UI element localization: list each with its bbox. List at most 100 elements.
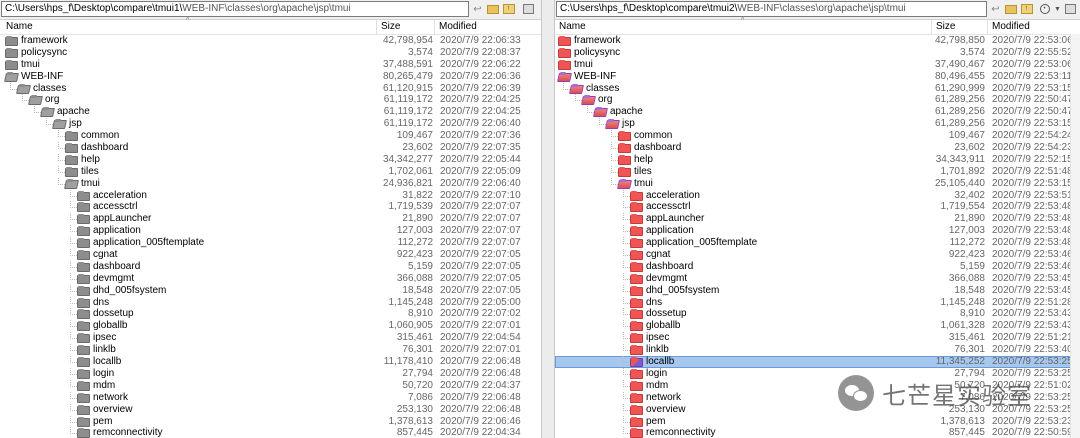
- list-item[interactable]: org 61,119,172 2020/7/9 22:04:25: [0, 94, 541, 106]
- folder-icon: [77, 297, 90, 308]
- parent-folder-button[interactable]: ↑: [502, 3, 515, 15]
- right-path-input[interactable]: C:\Users\hps_f\Desktop\compare\tmui2\WEB…: [556, 1, 987, 17]
- item-size: 109,467: [948, 130, 985, 142]
- list-item[interactable]: login 27,794 2020/7/9 22:06:48: [0, 367, 541, 380]
- browse-button[interactable]: [1064, 3, 1077, 15]
- list-item[interactable]: jsp 61,119,172 2020/7/9 22:06:40: [0, 118, 541, 130]
- list-item[interactable]: tmui 37,488,591 2020/7/9 22:06:22: [0, 59, 541, 71]
- list-item[interactable]: linklb 76,301 2020/7/9 22:07:01: [0, 344, 541, 356]
- list-item[interactable]: globallb 1,061,328 2020/7/9 22:53:43: [555, 320, 1080, 332]
- item-name: tiles: [634, 165, 652, 177]
- list-item[interactable]: application 127,003 2020/7/9 22:07:07: [0, 225, 541, 237]
- list-item[interactable]: classes 61,120,915 2020/7/9 22:06:39: [0, 82, 541, 95]
- history-button[interactable]: •: [1038, 3, 1051, 15]
- parent-folder-button[interactable]: ↑: [1020, 3, 1033, 15]
- list-item[interactable]: application 127,003 2020/7/9 22:53:48: [555, 225, 1080, 237]
- list-item[interactable]: dossetup 8,910 2020/7/9 22:53:43: [555, 308, 1080, 320]
- list-item[interactable]: dns 1,145,248 2020/7/9 22:05:00: [0, 296, 541, 309]
- list-item[interactable]: help 34,342,277 2020/7/9 22:05:44: [0, 153, 541, 166]
- pane-splitter[interactable]: [541, 0, 555, 438]
- list-item[interactable]: overview 253,130 2020/7/9 22:06:48: [0, 403, 541, 416]
- list-item[interactable]: ipsec 315,461 2020/7/9 22:04:54: [0, 332, 541, 344]
- list-item[interactable]: tiles 1,701,892 2020/7/9 22:51:48: [555, 165, 1080, 178]
- column-divider[interactable]: [931, 20, 932, 34]
- list-item[interactable]: linklb 76,301 2020/7/9 22:53:40: [555, 344, 1080, 356]
- list-item[interactable]: cgnat 922,423 2020/7/9 22:07:05: [0, 249, 541, 261]
- list-item[interactable]: apache 61,289,256 2020/7/9 22:50:47: [555, 106, 1080, 118]
- list-item[interactable]: dashboard 5,159 2020/7/9 22:07:05: [0, 260, 541, 273]
- list-item[interactable]: common 109,467 2020/7/9 22:07:36: [0, 130, 541, 142]
- list-item[interactable]: remconnectivity 857,445 2020/7/9 22:50:59: [555, 427, 1080, 438]
- folder-open-button[interactable]: [486, 3, 499, 15]
- column-divider[interactable]: [376, 20, 377, 34]
- column-modified-header[interactable]: Modified: [992, 21, 1030, 33]
- list-item[interactable]: devmgmt 366,088 2020/7/9 22:07:05: [0, 272, 541, 285]
- list-item[interactable]: ipsec 315,461 2020/7/9 22:51:21: [555, 332, 1080, 344]
- list-item[interactable]: globallb 1,060,905 2020/7/9 22:07:01: [0, 320, 541, 332]
- column-size-header[interactable]: Size: [936, 21, 955, 33]
- back-icon[interactable]: ↩: [471, 3, 484, 15]
- list-item[interactable]: tmui 24,936,821 2020/7/9 22:06:40: [0, 177, 541, 190]
- browse-button[interactable]: [522, 3, 535, 15]
- list-item[interactable]: common 109,467 2020/7/9 22:54:24: [555, 130, 1080, 142]
- list-item[interactable]: remconnectivity 857,445 2020/7/9 22:04:34: [0, 427, 541, 438]
- column-size-header[interactable]: Size: [381, 21, 400, 33]
- list-item[interactable]: WEB-INF 80,265,479 2020/7/9 22:06:36: [0, 71, 541, 83]
- list-item[interactable]: pem 1,378,613 2020/7/9 22:06:46: [0, 415, 541, 428]
- list-item[interactable]: dashboard 23,602 2020/7/9 22:07:35: [0, 142, 541, 154]
- back-icon[interactable]: ↩: [989, 3, 1002, 15]
- list-item[interactable]: application_005ftemplate 112,272 2020/7/9 …: [555, 237, 1080, 249]
- list-item[interactable]: application_005ftemplate 112,272 2020/7/9 …: [0, 237, 541, 249]
- list-item[interactable]: locallb 11,345,252 2020/7/9 22:53:25: [555, 356, 1080, 368]
- list-item[interactable]: devmgmt 366,088 2020/7/9 22:53:45: [555, 272, 1080, 285]
- item-modified: 2020/7/9 22:07:07: [440, 225, 521, 237]
- list-item[interactable]: accessctrl 1,719,539 2020/7/9 22:07:07: [0, 201, 541, 213]
- list-item[interactable]: mdm 50,720 2020/7/9 22:04:37: [0, 379, 541, 392]
- list-item[interactable]: policysync 3,574 2020/7/9 22:55:52: [555, 47, 1080, 59]
- list-item[interactable]: acceleration 31,822 2020/7/9 22:07:10: [0, 189, 541, 202]
- list-item[interactable]: tmui 25,105,440 2020/7/9 22:53:15: [555, 177, 1080, 190]
- column-name-header[interactable]: Name: [559, 21, 586, 33]
- tree-connector: [70, 213, 77, 221]
- list-item[interactable]: org 61,289,256 2020/7/9 22:50:47: [555, 94, 1080, 106]
- list-item[interactable]: network 7,086 2020/7/9 22:06:48: [0, 391, 541, 404]
- folder-open-button[interactable]: [1004, 3, 1017, 15]
- list-item[interactable]: acceleration 32,402 2020/7/9 22:53:51: [555, 189, 1080, 202]
- list-item[interactable]: jsp 61,289,256 2020/7/9 22:53:15: [555, 118, 1080, 130]
- list-item[interactable]: help 34,343,911 2020/7/9 22:52:15: [555, 153, 1080, 166]
- list-item[interactable]: classes 61,290,999 2020/7/9 22:53:15: [555, 82, 1080, 95]
- list-item[interactable]: dossetup 8,910 2020/7/9 22:07:02: [0, 308, 541, 320]
- list-item[interactable]: appLauncher 21,890 2020/7/9 22:53:48: [555, 213, 1080, 225]
- list-item[interactable]: dashboard 5,159 2020/7/9 22:53:46: [555, 260, 1080, 273]
- list-item[interactable]: dhd_005fsystem 18,548 2020/7/9 22:53:45: [555, 284, 1080, 297]
- column-name-header[interactable]: Name: [6, 21, 33, 33]
- item-modified: 2020/7/9 22:07:07: [440, 213, 521, 225]
- list-item[interactable]: dns 1,145,248 2020/7/9 22:51:28: [555, 296, 1080, 309]
- list-item[interactable]: framework 42,798,954 2020/7/9 22:06:33: [0, 35, 541, 47]
- list-item[interactable]: framework 42,798,850 2020/7/9 22:53:06: [555, 35, 1080, 47]
- list-item[interactable]: pem 1,378,613 2020/7/9 22:53:23: [555, 415, 1080, 428]
- column-divider[interactable]: [434, 20, 435, 34]
- item-size: 31,822: [402, 189, 433, 201]
- item-size: 5,159: [407, 260, 433, 272]
- list-item[interactable]: locallb 11,178,410 2020/7/9 22:06:48: [0, 356, 541, 368]
- list-item[interactable]: tmui 37,490,467 2020/7/9 22:53:06: [555, 59, 1080, 71]
- column-modified-header[interactable]: Modified: [439, 21, 477, 33]
- item-name: org: [598, 94, 613, 106]
- item-modified: 2020/7/9 22:50:59: [992, 427, 1073, 438]
- list-item[interactable]: dashboard 23,602 2020/7/9 22:54:23: [555, 142, 1080, 154]
- left-path-input[interactable]: C:\Users\hps_f\Desktop\compare\tmui1\WEB…: [1, 1, 469, 17]
- list-item[interactable]: appLauncher 21,890 2020/7/9 22:07:07: [0, 213, 541, 225]
- dropdown-chevron-icon[interactable]: ▼: [1051, 3, 1064, 15]
- list-item[interactable]: dhd_005fsystem 18,548 2020/7/9 22:07:05: [0, 284, 541, 297]
- item-size: 922,423: [396, 249, 433, 261]
- list-item[interactable]: cgnat 922,423 2020/7/9 22:53:46: [555, 249, 1080, 261]
- list-item[interactable]: policysync 3,574 2020/7/9 22:08:37: [0, 47, 541, 59]
- item-size: 112,272: [949, 237, 985, 249]
- list-item[interactable]: WEB-INF 80,496,455 2020/7/9 22:53:11: [555, 71, 1080, 83]
- folder-icon: [77, 392, 90, 403]
- list-item[interactable]: apache 61,119,172 2020/7/9 22:04:25: [0, 106, 541, 118]
- column-divider[interactable]: [987, 20, 988, 34]
- list-item[interactable]: accessctrl 1,719,554 2020/7/9 22:53:48: [555, 201, 1080, 213]
- list-item[interactable]: tiles 1,702,061 2020/7/9 22:05:09: [0, 165, 541, 178]
